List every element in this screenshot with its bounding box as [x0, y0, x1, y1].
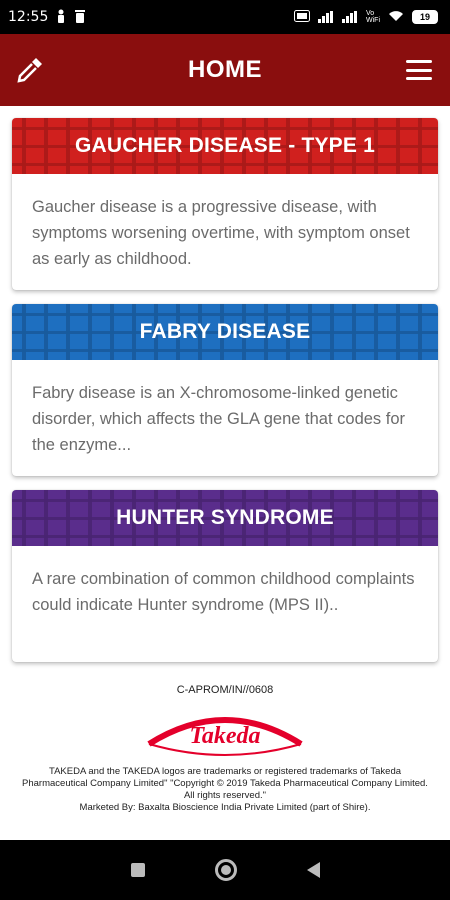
battery-icon: 19 — [412, 10, 438, 24]
card-body: Fabry disease is an X-chromosome-linked … — [32, 384, 406, 454]
card-header: GAUCHER DISEASE - TYPE 1 — [12, 118, 438, 174]
menu-button[interactable] — [406, 60, 432, 80]
promo-code: C-APROM/IN//0608 — [176, 684, 274, 696]
trash-icon — [74, 9, 86, 26]
card-body: Gaucher disease is a progressive disease… — [32, 198, 410, 268]
hd-icon — [294, 9, 310, 25]
card-header: FABRY DISEASE — [12, 304, 438, 360]
wifi-icon — [388, 10, 404, 25]
app-bar: HOME — [0, 34, 450, 106]
menu-line — [406, 60, 432, 63]
menu-line — [406, 68, 432, 72]
person-icon — [56, 9, 66, 26]
page-title: HOME — [188, 56, 262, 83]
card-list: GAUCHER DISEASE - TYPE 1 Gaucher disease… — [12, 118, 438, 676]
status-time: 12:55 — [8, 9, 49, 25]
marketed-by-text: Marketed By: Baxalta Bioscience India Pr… — [79, 802, 371, 813]
back-icon[interactable] — [306, 862, 320, 878]
status-right: Vo WiFi 19 — [294, 9, 438, 25]
card-title: FABRY DISEASE — [139, 320, 311, 343]
footer: C-APROM/IN//0608 Takeda TAKEDA and the T… — [0, 684, 450, 814]
card-fabry[interactable]: FABRY DISEASE Fabry disease is an X-chro… — [12, 304, 438, 476]
signal-icon-1 — [318, 11, 334, 23]
takeda-logo: Takeda — [145, 704, 305, 760]
logo-text: Takeda — [189, 723, 260, 749]
card-body: A rare combination of common childhood c… — [32, 570, 415, 614]
card-gaucher[interactable]: GAUCHER DISEASE - TYPE 1 Gaucher disease… — [12, 118, 438, 290]
system-nav-bar — [0, 840, 450, 900]
signal-icon-2 — [342, 11, 358, 23]
card-title: GAUCHER DISEASE - TYPE 1 — [74, 134, 376, 157]
card-hunter[interactable]: HUNTER SYNDROME A rare combination of co… — [12, 490, 438, 662]
recents-icon[interactable] — [130, 863, 145, 877]
status-bar: 12:55 Vo WiFi 19 — [0, 0, 450, 34]
menu-line — [406, 77, 432, 80]
card-header: HUNTER SYNDROME — [12, 490, 438, 546]
volte-label: Vo WiFi — [366, 10, 380, 24]
card-title: HUNTER SYNDROME — [116, 506, 334, 529]
legal-text: TAKEDA and the TAKEDA logos are trademar… — [22, 766, 428, 801]
dropper-icon[interactable] — [14, 54, 46, 86]
home-icon[interactable] — [214, 859, 237, 881]
status-left: 12:55 — [8, 9, 86, 26]
